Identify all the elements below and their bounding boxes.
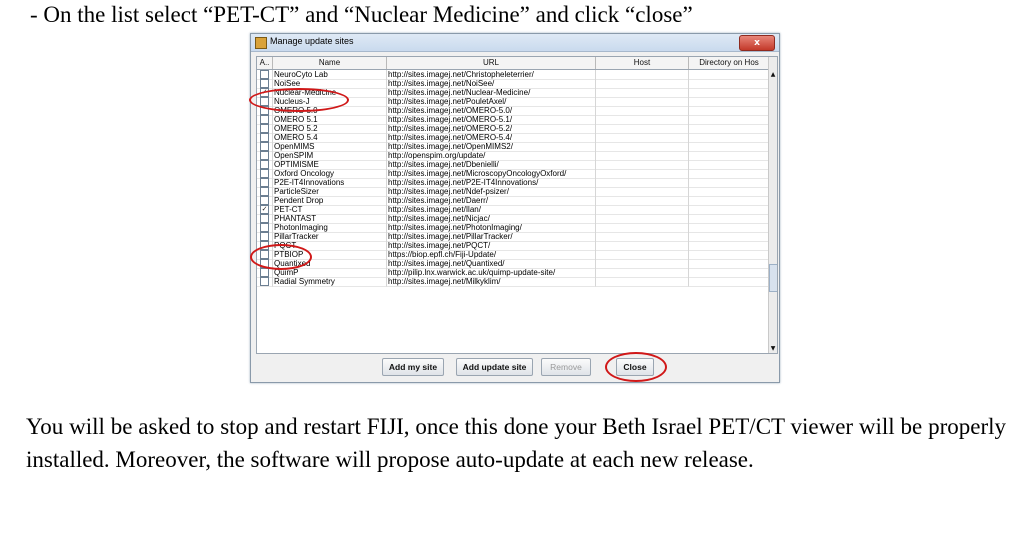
table-row[interactable]: PillarTracker http://sites.imagej.net/Pil…	[257, 232, 769, 242]
site-checkbox[interactable]	[260, 187, 269, 196]
table-row[interactable]: Nuclear-Medicinehttp://sites.imagej.net/…	[257, 88, 769, 98]
table-row[interactable]: OMERO 5.0 http://sites.imagej.net/OMERO-5…	[257, 106, 769, 116]
col-header-url[interactable]: URL	[387, 57, 596, 69]
site-host	[596, 277, 689, 287]
site-checkbox[interactable]	[260, 223, 269, 232]
col-header-active[interactable]: A..	[257, 57, 273, 69]
site-checkbox[interactable]	[260, 97, 269, 106]
table-row[interactable]: PhotonImaging http://sites.imagej.net/Pho…	[257, 223, 769, 233]
site-checkbox[interactable]	[260, 241, 269, 250]
add-my-site-button[interactable]: Add my site	[382, 358, 444, 376]
body-paragraph: You will be asked to stop and restart FI…	[26, 414, 1006, 472]
site-checkbox[interactable]	[260, 160, 269, 169]
scroll-up-arrow-icon[interactable]: ▲	[769, 70, 777, 79]
table-row[interactable]: OPTIMISME http://sites.imagej.net/Dbeniel…	[257, 160, 769, 170]
site-checkbox[interactable]	[260, 133, 269, 142]
table-row[interactable]: OMERO 5.4 http://sites.imagej.net/OMERO-5…	[257, 133, 769, 143]
site-checkbox[interactable]	[260, 79, 269, 88]
dialog-title: Manage update sites	[270, 36, 354, 46]
site-checkbox[interactable]	[260, 169, 269, 178]
table-row[interactable]: Oxford Oncology http://sites.imagej.net/M…	[257, 169, 769, 179]
close-button[interactable]: Close	[616, 358, 654, 376]
table-row[interactable]: ParticleSizer http://sites.imagej.net/Nde…	[257, 187, 769, 197]
site-checkbox[interactable]	[260, 268, 269, 277]
table-row[interactable]: PET-CThttp://sites.imagej.net/Ilan/	[257, 205, 769, 215]
site-checkbox[interactable]	[260, 115, 269, 124]
site-checkbox[interactable]	[260, 277, 269, 286]
table-row[interactable]: NeuroCyto Lab http://sites.imagej.net/Chr…	[257, 70, 769, 80]
table-row[interactable]: PQCT http://sites.imagej.net/PQCT/	[257, 241, 769, 251]
col-header-directory[interactable]: Directory on Hos	[689, 57, 769, 69]
col-header-host[interactable]: Host	[596, 57, 689, 69]
site-checkbox[interactable]	[260, 214, 269, 223]
site-checkbox[interactable]	[260, 196, 269, 205]
add-update-site-button[interactable]: Add update site	[456, 358, 533, 376]
window-close-button[interactable]: x	[739, 35, 775, 51]
site-checkbox[interactable]	[260, 232, 269, 241]
table-row[interactable]: PTBIOP https://biop.epfl.ch/Fiji-Update/	[257, 250, 769, 260]
site-checkbox[interactable]	[260, 205, 269, 214]
table-row[interactable]: OpenSPIM http://openspim.org/update/	[257, 151, 769, 161]
site-url: http://sites.imagej.net/Milkyklim/	[387, 277, 596, 287]
table-row[interactable]: OpenMIMS http://sites.imagej.net/OpenMIMS…	[257, 142, 769, 152]
app-icon	[255, 37, 267, 49]
manage-update-sites-dialog: Manage update sites x A.. Name URL Host …	[250, 33, 780, 383]
site-checkbox[interactable]	[260, 259, 269, 268]
table-row[interactable]: NoiSee http://sites.imagej.net/NoiSee/	[257, 79, 769, 89]
table-row[interactable]: Pendent Drop http://sites.imagej.net/Daer…	[257, 196, 769, 206]
dialog-titlebar: Manage update sites x	[251, 34, 779, 52]
table-row[interactable]: Quantixed http://sites.imagej.net/Quantix…	[257, 259, 769, 269]
table-row[interactable]: OMERO 5.1 http://sites.imagej.net/OMERO-5…	[257, 115, 769, 125]
site-checkbox[interactable]	[260, 88, 269, 97]
site-checkbox[interactable]	[260, 250, 269, 259]
table-row[interactable]: OMERO 5.2 http://sites.imagej.net/OMERO-5…	[257, 124, 769, 134]
site-checkbox[interactable]	[260, 178, 269, 187]
remove-button[interactable]: Remove	[541, 358, 591, 376]
site-checkbox[interactable]	[260, 106, 269, 115]
active-cell	[257, 277, 273, 287]
vertical-scrollbar[interactable]: ▲ ▼	[768, 57, 777, 353]
site-directory	[689, 277, 769, 287]
col-header-name[interactable]: Name	[273, 57, 387, 69]
table-row[interactable]: P2E-IT4Innovations http://sites.imagej.ne…	[257, 178, 769, 188]
site-checkbox[interactable]	[260, 70, 269, 79]
table-row[interactable]: PHANTAST http://sites.imagej.net/Nicjac/	[257, 214, 769, 224]
site-checkbox[interactable]	[260, 142, 269, 151]
site-checkbox[interactable]	[260, 124, 269, 133]
table-row[interactable]: QuimP http://pilip.lnx.warwick.ac.uk/quim…	[257, 268, 769, 278]
table-row[interactable]: Radial Symmetry http://sites.imagej.net/M…	[257, 277, 769, 287]
scroll-thumb[interactable]	[769, 264, 777, 292]
table-row[interactable]: Nucleus-J http://sites.imagej.net/PouletA…	[257, 97, 769, 107]
instruction-text: - On the list select “PET-CT” and “Nucle…	[30, 2, 693, 27]
scroll-down-arrow-icon[interactable]: ▼	[769, 344, 777, 353]
table-header: A.. Name URL Host Directory on Hos	[257, 57, 769, 70]
button-bar: Add my site Add update site Remove Close	[251, 356, 779, 378]
site-checkbox[interactable]	[260, 151, 269, 160]
site-name: Radial Symmetry	[273, 277, 387, 287]
table-body: NeuroCyto Lab http://sites.imagej.net/Chr…	[257, 70, 769, 287]
update-sites-table: A.. Name URL Host Directory on Hos Neuro…	[256, 56, 778, 354]
